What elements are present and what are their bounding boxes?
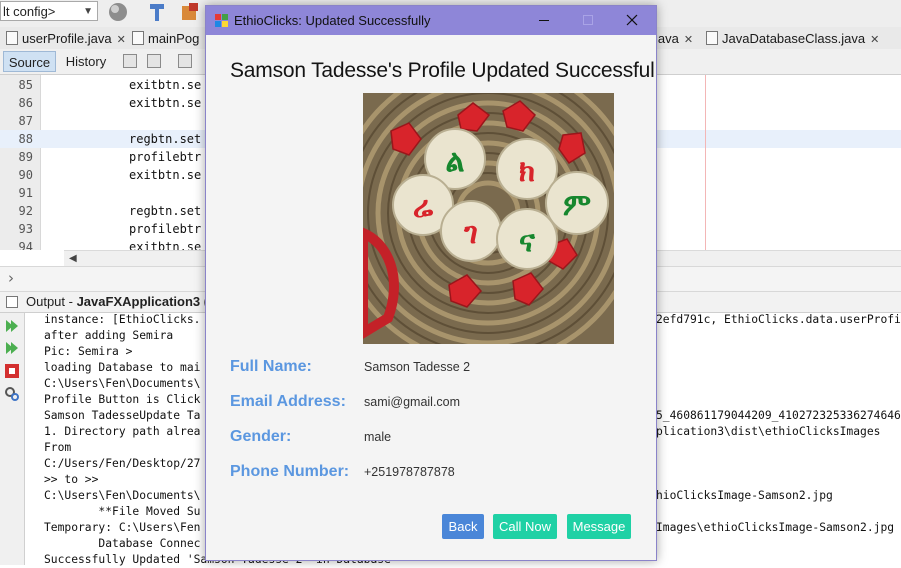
email-address-label: Email Address: bbox=[230, 393, 346, 410]
last-edit-icon[interactable] bbox=[123, 54, 137, 68]
chevron-down-icon: ▼ bbox=[83, 6, 93, 17]
message-button[interactable]: Message bbox=[567, 514, 631, 539]
settings-icon[interactable] bbox=[4, 386, 20, 402]
console-line: 1. Directory path alrea bbox=[44, 425, 201, 438]
rerun-with-options-icon[interactable] bbox=[4, 340, 20, 356]
maximize-button[interactable] bbox=[565, 6, 611, 35]
close-icon[interactable]: ✕ bbox=[870, 34, 879, 46]
forward-icon[interactable] bbox=[178, 54, 192, 68]
console-line: From bbox=[44, 441, 72, 454]
console-line: instance: [EthioClicks. bbox=[44, 313, 201, 326]
minimize-button[interactable] bbox=[521, 6, 567, 35]
cookie-letter: ም bbox=[563, 188, 591, 223]
close-icon[interactable]: ✕ bbox=[117, 34, 126, 46]
tab-main-page[interactable]: mainPog bbox=[126, 29, 199, 48]
cookie-letter: ል bbox=[445, 144, 464, 179]
java-file-icon bbox=[6, 31, 18, 45]
tab-user-profile[interactable]: userProfile.java ✕ bbox=[0, 29, 126, 48]
gender-value: male bbox=[364, 430, 392, 444]
source-button[interactable]: Source bbox=[3, 51, 56, 72]
console-line: loading Database to mai bbox=[44, 361, 201, 374]
tab-java-database-class[interactable]: JavaDatabaseClass.java ✕ bbox=[700, 29, 879, 48]
history-button[interactable]: History bbox=[60, 51, 112, 72]
tab-java[interactable]: java ✕ bbox=[655, 29, 693, 48]
cookie-letter: ና bbox=[519, 224, 536, 259]
close-button[interactable] bbox=[610, 6, 656, 35]
window-title: EthioClicks: Updated Successfully bbox=[234, 13, 431, 28]
right-margin-guide bbox=[705, 75, 706, 250]
close-icon[interactable]: ✕ bbox=[684, 34, 693, 46]
full-name-value: Samson Tadesse 2 bbox=[364, 360, 471, 374]
gender-label: Gender: bbox=[230, 428, 292, 445]
console-line: Samson TadesseUpdate Ta bbox=[44, 409, 201, 422]
console-line: C:\Users\Fen\Documents\ bbox=[44, 489, 201, 502]
console-line-tail: Images\ethioClicksImage-Samson2.jpg bbox=[656, 521, 895, 534]
scroll-left-icon[interactable]: ◀ bbox=[69, 251, 77, 267]
java-file-icon bbox=[706, 31, 718, 45]
email-address-value: sami@gmail.com bbox=[364, 395, 461, 409]
phone-number-value: +251978787878 bbox=[364, 465, 455, 479]
console-line: C:\Users\Fen\Documents\ bbox=[44, 377, 201, 390]
dialog-titlebar[interactable]: EthioClicks: Updated Successfully bbox=[206, 6, 656, 35]
back-icon[interactable] bbox=[147, 54, 161, 68]
console-line: Database Connec bbox=[44, 537, 201, 550]
console-line: Profile Button is Click bbox=[44, 393, 201, 406]
console-line: C:/Users/Fen/Desktop/27 bbox=[44, 457, 201, 470]
clean-build-icon[interactable] bbox=[180, 2, 200, 22]
call-now-button[interactable]: Call Now bbox=[493, 514, 557, 539]
cookie-letter: ገ bbox=[463, 216, 478, 251]
globe-icon[interactable] bbox=[108, 2, 128, 22]
console-line-tail: plication3\dist\ethioClicksImages bbox=[656, 425, 881, 438]
rerun-icon[interactable] bbox=[4, 318, 20, 334]
dialog-heading: Samson Tadesse's Profile Updated Success… bbox=[230, 59, 657, 82]
console-line-tail: hioClicksImage-Samson2.jpg bbox=[656, 489, 833, 502]
java-file-icon bbox=[132, 31, 144, 45]
console-line: >> to >> bbox=[44, 473, 99, 486]
profile-updated-dialog: EthioClicks: Updated Successfully Samson… bbox=[205, 5, 657, 561]
console-line: after adding Semira bbox=[44, 329, 174, 342]
stop-icon[interactable] bbox=[4, 363, 20, 379]
hammer-icon[interactable] bbox=[147, 2, 167, 22]
phone-number-label: Phone Number: bbox=[230, 463, 350, 480]
console-line-tail: 2efd791c, EthioClicks.data.userProfi bbox=[656, 313, 901, 326]
console-line: Temporary: C:\Users\Fen bbox=[44, 521, 201, 534]
console-line: Pic: Semira > bbox=[44, 345, 133, 358]
full-name-label: Full Name: bbox=[230, 358, 312, 375]
console-line-tail: 5_460861179044209_410272325336274646 bbox=[656, 409, 901, 422]
cookie-letter: ሬ bbox=[413, 190, 434, 225]
console-line: **File Moved Su bbox=[44, 505, 201, 518]
profile-picture: ል ክ ሬ ም ገ ና bbox=[363, 93, 614, 344]
run-config-select[interactable]: lt config> ▼ bbox=[0, 1, 98, 21]
cookie-letter: ክ bbox=[519, 154, 535, 189]
output-window-icon bbox=[6, 296, 18, 308]
output-side-toolbar bbox=[0, 313, 25, 565]
app-icon bbox=[215, 14, 228, 27]
output-window-title: Output - JavaFXApplication3 (run bbox=[26, 294, 229, 309]
back-button[interactable]: Back bbox=[442, 514, 484, 539]
chevron-right-icon[interactable]: › bbox=[8, 269, 14, 287]
